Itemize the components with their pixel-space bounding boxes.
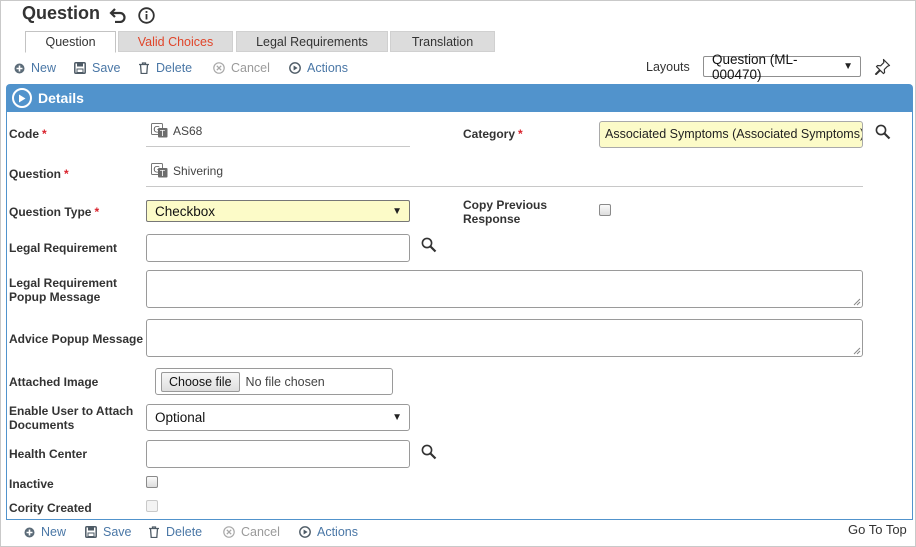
inactive-checkbox[interactable]	[146, 476, 158, 488]
cancel-label: Cancel	[231, 61, 270, 75]
health-center-input[interactable]	[146, 440, 410, 468]
category-input[interactable]: Associated Symptoms (Associated Symptoms…	[599, 121, 863, 148]
info-circle-icon[interactable]	[136, 5, 156, 25]
attached-image-input[interactable]: Choose file No file chosen	[155, 368, 393, 395]
bottom-cancel-button[interactable]: Cancel	[223, 525, 280, 539]
enable-attach-select[interactable]: Optional ▼	[146, 404, 410, 431]
page-title: Question	[22, 3, 101, 23]
resize-grip-icon[interactable]	[852, 297, 861, 306]
advice-popup-textarea[interactable]	[146, 319, 863, 357]
svg-text:T: T	[159, 129, 165, 138]
caret-down-icon: ▼	[392, 412, 402, 423]
tab-translation[interactable]: Translation	[390, 31, 495, 52]
new-label: New	[41, 525, 67, 539]
tab-valid-choices[interactable]: Valid Choices	[118, 31, 233, 52]
actions-label: Actions	[317, 525, 358, 539]
caret-down-icon: ▼	[843, 61, 853, 72]
cancel-circle-icon	[213, 62, 225, 74]
resize-grip-icon[interactable]	[852, 346, 861, 355]
bottom-delete-button[interactable]: Delete	[148, 525, 202, 539]
delete-button[interactable]: Delete	[138, 61, 192, 75]
undo-arrow-icon[interactable]	[108, 5, 128, 25]
category-label: Category *	[463, 127, 523, 141]
code-label: Code *	[9, 127, 47, 141]
cancel-label: Cancel	[241, 525, 280, 539]
play-circle-icon	[299, 526, 311, 538]
details-panel-body	[6, 112, 913, 520]
trash-icon	[139, 62, 149, 74]
attached-image-label: Attached Image	[9, 375, 99, 389]
legal-requirement-label: Legal Requirement	[9, 241, 118, 255]
actions-button[interactable]: Actions	[289, 61, 348, 75]
code-value: AS68	[173, 123, 203, 138]
category-search-icon[interactable]	[875, 124, 891, 143]
save-label: Save	[92, 61, 121, 75]
legal-requirement-input[interactable]	[146, 234, 410, 262]
copy-previous-checkbox[interactable]	[599, 204, 611, 216]
save-button[interactable]: Save	[74, 61, 121, 75]
cority-created-label: Cority Created	[9, 501, 92, 515]
question-type-label: Question Type *	[9, 205, 100, 219]
question-underline	[146, 186, 863, 187]
enable-attach-label: Enable User to Attach Documents	[9, 404, 134, 432]
floppy-disk-icon	[74, 62, 86, 74]
question-type-select[interactable]: Checkbox ▼	[146, 200, 410, 222]
advice-popup-label: Advice Popup Message	[9, 332, 144, 346]
inactive-label: Inactive	[9, 477, 54, 491]
legal-requirement-search-icon[interactable]	[421, 237, 437, 256]
bottom-save-button[interactable]: Save	[85, 525, 132, 539]
tab-legal-requirements[interactable]: Legal Requirements	[236, 31, 388, 52]
layouts-select-value: Question (ML-000470)	[712, 51, 798, 82]
new-button[interactable]: New	[14, 61, 56, 75]
svg-text:T: T	[159, 169, 165, 178]
trash-icon	[149, 526, 159, 538]
copy-previous-label: Copy Previous Response	[463, 198, 548, 226]
question-type-value: Checkbox	[155, 203, 216, 219]
enable-attach-value: Optional	[155, 410, 206, 425]
cancel-circle-icon	[223, 526, 235, 538]
new-label: New	[31, 61, 57, 75]
question-label: Question *	[9, 167, 69, 181]
plus-circle-icon	[24, 527, 35, 537]
file-status: No file chosen	[245, 374, 325, 389]
layouts-select[interactable]: Question (ML-000470) ▼	[703, 52, 861, 82]
health-center-search-icon[interactable]	[421, 444, 437, 463]
legal-popup-label: Legal Requirement Popup Message	[9, 276, 118, 304]
translate-icon: GT	[151, 123, 168, 138]
cancel-button[interactable]: Cancel	[213, 61, 270, 75]
save-label: Save	[103, 525, 132, 539]
delete-label: Delete	[156, 61, 193, 75]
go-to-top-link[interactable]: Go To Top	[848, 522, 907, 537]
legal-popup-textarea[interactable]	[146, 270, 863, 308]
tab-question[interactable]: Question	[25, 31, 116, 53]
details-panel-header[interactable]: Details	[6, 84, 913, 112]
play-circle-icon	[12, 88, 32, 108]
translate-icon: GT	[151, 163, 168, 178]
bottom-new-button[interactable]: New	[24, 525, 66, 539]
actions-label: Actions	[307, 61, 348, 75]
details-panel-title: Details	[38, 90, 84, 106]
plus-circle-icon	[14, 63, 25, 73]
code-field[interactable]: GT AS68	[151, 123, 202, 138]
question-field[interactable]: GT Shivering	[151, 163, 223, 178]
delete-label: Delete	[166, 525, 203, 539]
pin-icon[interactable]	[874, 58, 891, 78]
choose-file-button[interactable]: Choose file	[161, 371, 240, 392]
floppy-disk-icon	[85, 526, 97, 538]
bottom-actions-button[interactable]: Actions	[299, 525, 358, 539]
layouts-label: Layouts	[646, 60, 690, 74]
health-center-label: Health Center	[9, 447, 88, 461]
caret-down-icon: ▼	[392, 205, 402, 217]
cority-created-checkbox	[146, 500, 158, 512]
code-underline	[146, 146, 410, 147]
play-circle-icon	[289, 62, 301, 74]
question-value: Shivering	[173, 163, 224, 178]
